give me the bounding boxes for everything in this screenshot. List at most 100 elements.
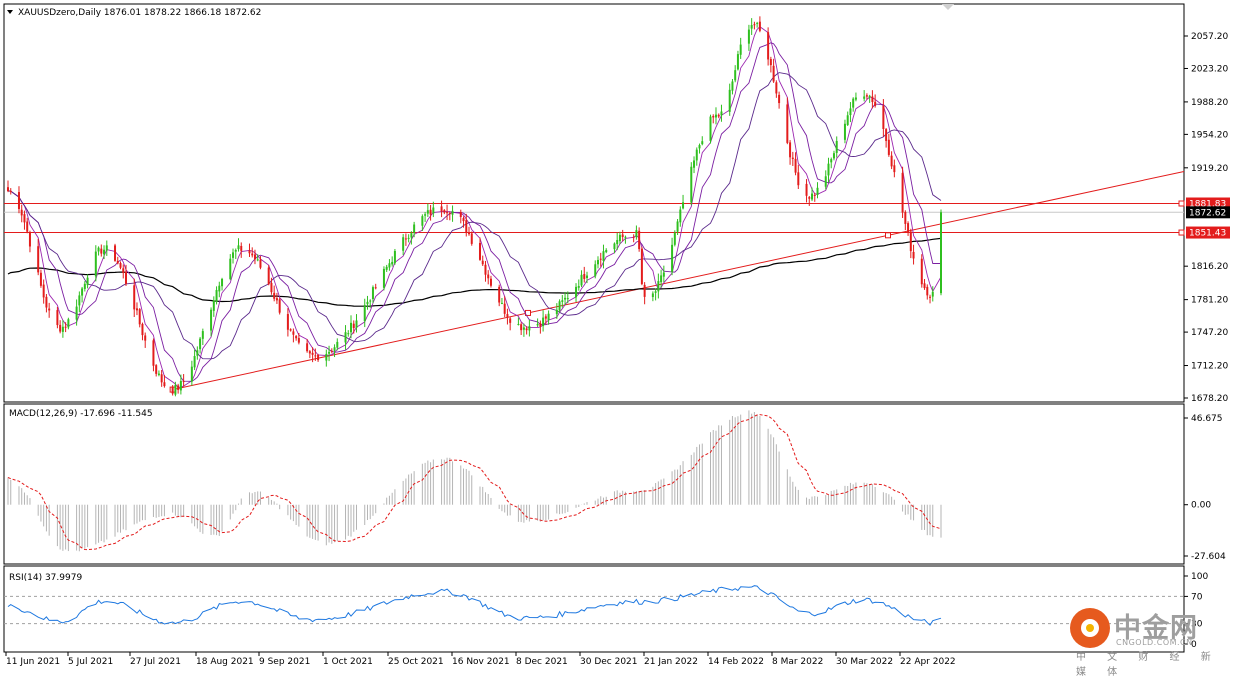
- candle: [811, 193, 814, 200]
- candle: [679, 209, 682, 223]
- candle: [155, 365, 158, 374]
- candle: [698, 145, 701, 149]
- candle: [138, 309, 141, 325]
- watermark-site: CNGOLD.COM.CN: [1116, 638, 1193, 647]
- candle: [632, 236, 635, 238]
- candle: [813, 194, 816, 196]
- time-tick-label: 21 Jan 2022: [644, 657, 698, 667]
- candle: [651, 293, 654, 298]
- candle: [586, 275, 589, 278]
- candle: [306, 343, 309, 352]
- candle: [366, 301, 369, 305]
- candle: [643, 284, 646, 297]
- candle: [297, 338, 300, 343]
- candle: [259, 259, 262, 268]
- candle: [410, 233, 413, 238]
- time-tick-label: 8 Mar 2022: [772, 657, 823, 667]
- candle: [660, 275, 663, 283]
- candle: [190, 366, 193, 382]
- candle: [489, 278, 492, 286]
- candle: [481, 260, 484, 265]
- price-tick-label: 2023.20: [1191, 64, 1228, 74]
- candle: [48, 308, 51, 311]
- candle: [690, 166, 693, 203]
- candle: [547, 313, 550, 320]
- price-panel-header: XAUUSDzero,Daily 1876.01 1878.22 1866.18…: [18, 8, 261, 18]
- candle: [67, 319, 70, 328]
- time-tick-label: 11 Jun 2021: [6, 657, 60, 667]
- candle: [805, 183, 808, 196]
- candle: [81, 288, 84, 296]
- candle: [75, 306, 78, 320]
- time-tick-label: 8 Dec 2021: [516, 657, 568, 667]
- candle: [709, 116, 712, 141]
- candle: [385, 266, 388, 270]
- candle: [662, 272, 665, 277]
- candle: [273, 292, 276, 299]
- candle: [520, 324, 523, 331]
- candle: [852, 98, 855, 108]
- candle: [157, 373, 160, 375]
- candle: [371, 287, 374, 300]
- chart-canvas: 2057.20 2023.20 1988.20 1954.20 1919.20 1816.…: [3, 3, 1230, 667]
- candle: [868, 95, 871, 98]
- price-tick-label: 1988.20: [1191, 98, 1228, 108]
- candle: [940, 212, 942, 294]
- candle: [122, 268, 125, 274]
- candle: [295, 336, 298, 339]
- candle: [739, 44, 742, 55]
- candle: [827, 163, 830, 176]
- candle: [832, 153, 835, 159]
- candle: [734, 70, 737, 81]
- candle: [882, 105, 885, 129]
- candle: [270, 282, 273, 293]
- candle: [160, 374, 163, 383]
- candle: [352, 323, 355, 328]
- candle: [232, 252, 235, 258]
- candle: [314, 355, 317, 357]
- cngold-watermark: 中金网 CNGOLD.COM.CN 中 文 财 经 新 媒 体: [1066, 604, 1226, 678]
- candle: [124, 271, 127, 284]
- candle: [308, 351, 311, 354]
- candle: [311, 352, 314, 355]
- rsi-panel-header: RSI(14) 37.9979: [9, 573, 82, 583]
- candle: [424, 214, 427, 216]
- candle: [451, 210, 454, 215]
- candle: [575, 286, 578, 298]
- time-tick-label: 5 Jul 2021: [68, 657, 113, 667]
- candle: [673, 232, 676, 245]
- candle: [64, 326, 67, 328]
- candle: [561, 300, 564, 302]
- candle: [871, 96, 874, 103]
- candle: [657, 281, 660, 292]
- candle: [152, 340, 155, 366]
- price-tag-label: 1872.62: [1189, 208, 1226, 218]
- candle: [193, 356, 196, 368]
- price-tick-label: 1747.20: [1191, 328, 1228, 338]
- candle: [248, 250, 251, 254]
- candle: [794, 158, 797, 173]
- candle: [728, 89, 731, 112]
- time-tick-label: 22 Apr 2022: [900, 657, 956, 667]
- time-tick-label: 1 Oct 2021: [323, 657, 373, 667]
- candle: [45, 296, 48, 308]
- candle: [26, 221, 29, 232]
- candle: [907, 223, 910, 233]
- candle: [789, 142, 792, 158]
- candle: [7, 187, 9, 192]
- candle: [613, 243, 616, 250]
- candle: [824, 176, 827, 187]
- candle: [333, 347, 336, 351]
- candle: [59, 324, 62, 332]
- candle: [506, 314, 509, 318]
- candle: [885, 129, 888, 141]
- candle: [83, 283, 86, 289]
- candle: [635, 230, 638, 238]
- candle: [459, 212, 462, 218]
- candle: [874, 101, 877, 106]
- candle: [676, 221, 679, 232]
- candle: [701, 141, 704, 145]
- candle: [94, 251, 97, 277]
- candle: [240, 245, 243, 251]
- candle: [854, 97, 857, 100]
